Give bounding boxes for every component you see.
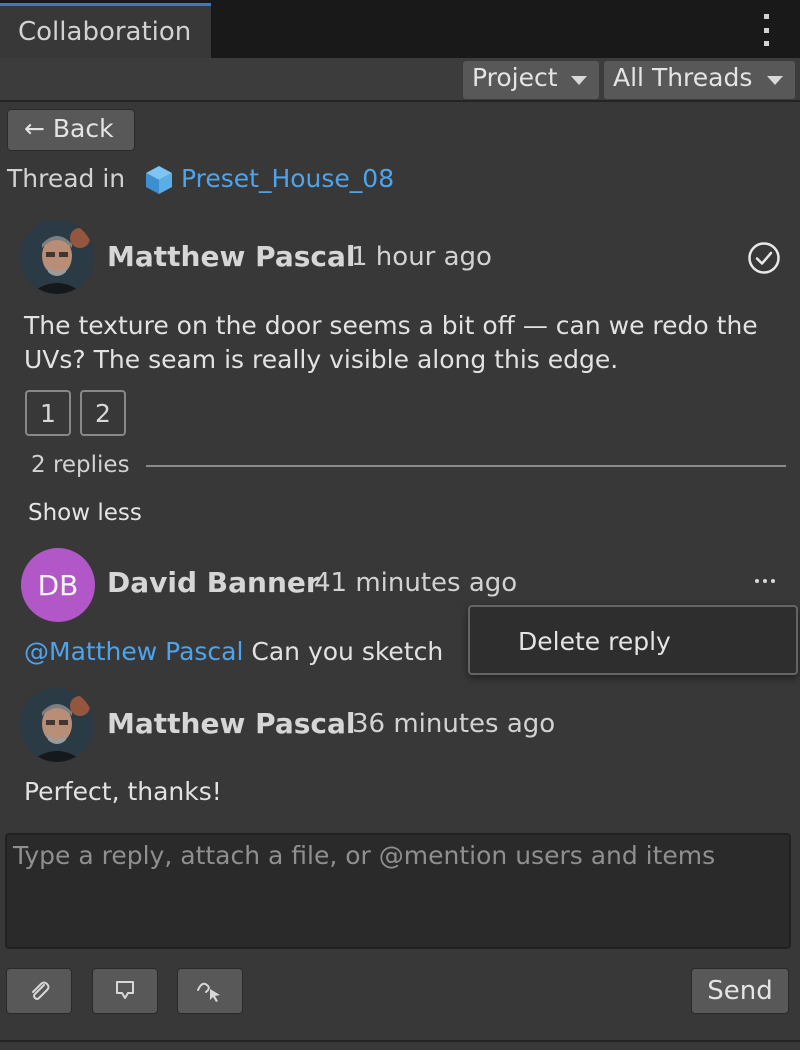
chevron-down-icon bbox=[571, 76, 587, 85]
reply-text: @Matthew Pascal Can you sketch bbox=[24, 635, 443, 669]
avatar: DB bbox=[21, 548, 95, 622]
show-less-link[interactable]: Show less bbox=[28, 500, 142, 526]
avatar-portrait bbox=[20, 220, 94, 294]
tab-collaboration[interactable]: Collaboration bbox=[0, 3, 211, 58]
scope-dropdown[interactable]: Project bbox=[463, 61, 599, 99]
reply-time: 36 minutes ago bbox=[352, 709, 556, 739]
delete-reply-menu-item[interactable]: Delete reply bbox=[518, 627, 671, 656]
comment-text: The texture on the door seems a bit off … bbox=[24, 311, 758, 374]
reply-context-menu: Delete reply bbox=[468, 605, 798, 675]
marker-pin-icon bbox=[116, 981, 134, 999]
comment-author[interactable]: Matthew Pascal bbox=[107, 240, 356, 273]
chevron-down-icon bbox=[767, 76, 783, 85]
draw-button[interactable] bbox=[177, 968, 243, 1014]
cube-icon bbox=[146, 166, 172, 194]
reply-author[interactable]: Matthew Pascal bbox=[107, 707, 356, 740]
kebab-menu-icon[interactable] bbox=[758, 14, 774, 46]
filter-dropdown-label: All Threads bbox=[613, 63, 753, 92]
reply-time: 41 minutes ago bbox=[314, 568, 518, 598]
user-mention[interactable]: @Matthew Pascal bbox=[24, 637, 243, 666]
asset-link[interactable]: Preset_House_08 bbox=[181, 164, 394, 193]
replies-count: 2 replies bbox=[31, 452, 130, 478]
more-horizontal-icon[interactable] bbox=[755, 579, 775, 587]
reply-input[interactable]: Type a reply, attach a file, or @mention… bbox=[5, 833, 791, 949]
add-marker-button[interactable] bbox=[92, 968, 158, 1014]
comment-time: 1 hour ago bbox=[351, 242, 492, 272]
filter-dropdown[interactable]: All Threads bbox=[604, 61, 795, 99]
avatar bbox=[20, 688, 94, 762]
back-button-label: Back bbox=[52, 114, 114, 143]
avatar-initials: DB bbox=[37, 568, 79, 602]
attach-file-button[interactable] bbox=[6, 968, 72, 1014]
scope-dropdown-label: Project bbox=[472, 63, 558, 92]
draw-pointer-icon bbox=[197, 982, 220, 1002]
arrow-left-icon: ← bbox=[24, 114, 45, 143]
divider bbox=[0, 1040, 800, 1042]
avatar-portrait bbox=[20, 688, 94, 762]
avatar bbox=[20, 220, 94, 294]
reply-text: Perfect, thanks! bbox=[24, 777, 222, 806]
divider bbox=[146, 465, 786, 467]
attachment-chip-1[interactable]: 1 bbox=[25, 390, 71, 436]
reply-author[interactable]: David Banner bbox=[107, 566, 320, 599]
thread-prefix: Thread in bbox=[7, 164, 126, 193]
tab-bar: Collaboration bbox=[0, 0, 800, 58]
attachment-chip-2[interactable]: 2 bbox=[80, 390, 126, 436]
back-button[interactable]: ← Back bbox=[7, 109, 135, 151]
send-button[interactable]: Send bbox=[691, 968, 789, 1014]
reply-text-content: Can you sketch bbox=[251, 637, 444, 666]
toolbar: Project All Threads bbox=[0, 58, 800, 102]
check-circle-icon[interactable] bbox=[747, 241, 781, 275]
paperclip-icon bbox=[32, 981, 50, 1000]
